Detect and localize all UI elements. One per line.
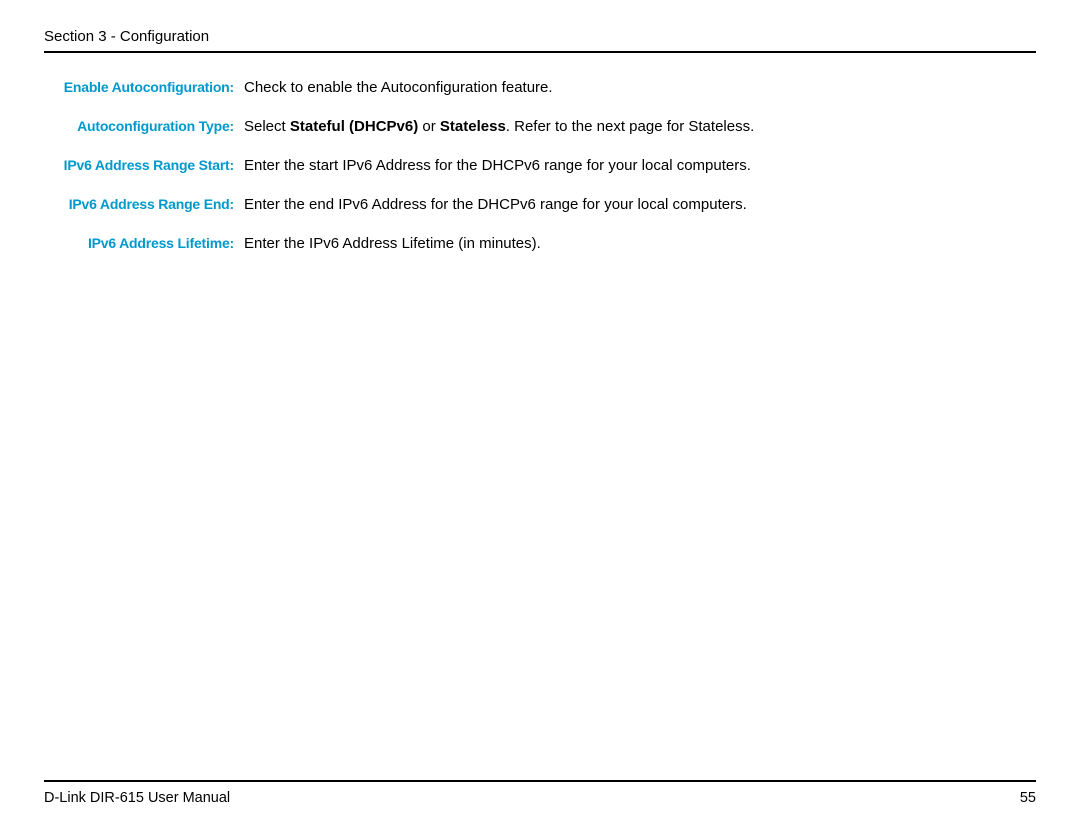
page-number: 55 bbox=[1020, 790, 1036, 806]
section-header: Section 3 - Configuration bbox=[44, 28, 1036, 53]
definition-row: IPv6 Address Lifetime: Enter the IPv6 Ad… bbox=[44, 233, 1036, 254]
definitions-list: Enable Autoconfiguration: Check to enabl… bbox=[44, 73, 1036, 254]
definition-description: Select Stateful (DHCPv6) or Stateless. R… bbox=[244, 116, 1036, 137]
definition-description: Enter the end IPv6 Address for the DHCPv… bbox=[244, 194, 1036, 215]
definition-label: IPv6 Address Range Start: bbox=[44, 156, 244, 176]
definition-row: IPv6 Address Range End: Enter the end IP… bbox=[44, 194, 1036, 215]
definition-label: Autoconfiguration Type: bbox=[44, 117, 244, 137]
definition-label: IPv6 Address Lifetime: bbox=[44, 234, 244, 254]
manual-name: D-Link DIR-615 User Manual bbox=[44, 790, 230, 806]
definition-row: IPv6 Address Range Start: Enter the star… bbox=[44, 155, 1036, 176]
definition-description: Enter the start IPv6 Address for the DHC… bbox=[244, 155, 1036, 176]
definition-row: Autoconfiguration Type: Select Stateful … bbox=[44, 116, 1036, 137]
definition-description: Check to enable the Autoconfiguration fe… bbox=[244, 77, 1036, 98]
definition-label: IPv6 Address Range End: bbox=[44, 195, 244, 215]
definition-row: Enable Autoconfiguration: Check to enabl… bbox=[44, 77, 1036, 98]
definition-label: Enable Autoconfiguration: bbox=[44, 78, 244, 98]
page-footer: D-Link DIR-615 User Manual 55 bbox=[44, 780, 1036, 806]
definition-description: Enter the IPv6 Address Lifetime (in minu… bbox=[244, 233, 1036, 254]
section-label: Section 3 - Configuration bbox=[44, 28, 209, 45]
